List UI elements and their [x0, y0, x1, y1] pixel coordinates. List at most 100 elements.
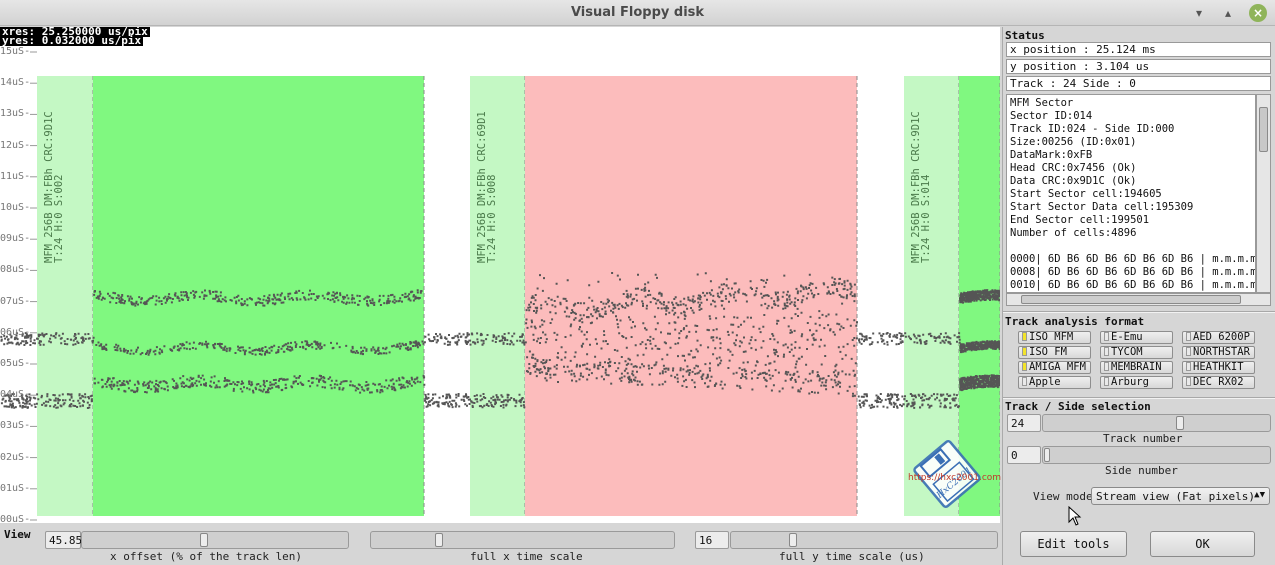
- sector-details-text[interactable]: MFM Sector Sector ID:014 Track ID:024 - …: [1006, 94, 1256, 293]
- format-label: ISO MFM: [1029, 331, 1074, 343]
- format-led-icon: [1022, 377, 1027, 386]
- y-position-field: y position : 3.104 us: [1006, 59, 1271, 74]
- format-label: DEC RX02: [1193, 376, 1244, 388]
- view-group-label: View: [4, 528, 31, 541]
- side-slider-thumb[interactable]: [1044, 448, 1050, 462]
- mouse-pointer-icon: [1068, 506, 1082, 526]
- format-label: AED 6200P: [1193, 331, 1250, 343]
- view-mode-label: View mode: [1033, 490, 1093, 503]
- format-led-icon: [1022, 332, 1027, 341]
- full-x-slider-thumb[interactable]: [435, 533, 443, 547]
- side-number-slider[interactable]: [1042, 446, 1271, 464]
- maximize-icon[interactable]: ▴: [1219, 4, 1237, 22]
- track-analysis-title: Track analysis format: [1005, 315, 1145, 328]
- ok-button[interactable]: OK: [1150, 531, 1255, 557]
- format-toggle-aed-6200p[interactable]: AED 6200P: [1182, 331, 1255, 344]
- close-icon[interactable]: ×: [1249, 4, 1267, 22]
- format-label: E-Emu: [1111, 331, 1143, 343]
- format-toggle-iso-fm[interactable]: ISO FM: [1018, 346, 1091, 359]
- format-label: AMIGA MFM: [1029, 361, 1086, 373]
- y-axis-label: 14uS-: [0, 77, 31, 89]
- y-axis-label: 03uS-: [0, 420, 31, 432]
- format-led-icon: [1104, 332, 1109, 341]
- edit-tools-button[interactable]: Edit tools: [1020, 531, 1127, 557]
- full-y-slider-thumb[interactable]: [789, 533, 797, 547]
- y-axis-label: 05uS-: [0, 358, 31, 369]
- y-axis-label: 15uS-: [0, 46, 31, 57]
- y-axis-label: 08uS-: [0, 264, 31, 276]
- format-label: TYCOM: [1111, 346, 1143, 358]
- format-toggle-iso-mfm[interactable]: ISO MFM: [1018, 331, 1091, 344]
- format-label: Arburg: [1111, 376, 1149, 388]
- side-number-caption: Side number: [1105, 464, 1178, 477]
- hscroll-thumb[interactable]: [1021, 295, 1241, 304]
- y-axis-label: 07uS-: [0, 295, 31, 307]
- y-axis-label: 06uS-: [0, 326, 31, 338]
- x-offset-caption: x offset (% of the track len): [110, 550, 303, 563]
- full-y-caption: full y time scale (us): [779, 550, 925, 563]
- full-y-time-scale-slider[interactable]: [730, 531, 998, 549]
- format-label: MEMBRAIN: [1111, 361, 1162, 373]
- format-toggle-northstar[interactable]: NORTHSTAR: [1182, 346, 1255, 359]
- format-toggle-heathkit[interactable]: HEATHKIT: [1182, 361, 1255, 374]
- y-axis-label: 09uS-: [0, 233, 31, 245]
- y-axis-label: 10uS-: [0, 202, 31, 213]
- format-led-icon: [1104, 377, 1109, 386]
- x-position-field: x position : 25.124 ms: [1006, 42, 1271, 57]
- format-led-icon: [1186, 377, 1191, 386]
- logo-url-text[interactable]: https://hxc2001.com: [908, 473, 1001, 483]
- x-offset-slider[interactable]: [81, 531, 349, 549]
- x-offset-value[interactable]: 45.85: [45, 531, 82, 549]
- stream-view-canvas[interactable]: MFM 256B DM:FBh CRC:9D1C T:24 H:0 S:002 MF…: [0, 27, 1000, 523]
- format-led-icon: [1186, 332, 1191, 341]
- format-led-icon: [1104, 347, 1109, 356]
- full-x-caption: full x time scale: [470, 550, 583, 563]
- format-toggle-membrain[interactable]: MEMBRAIN: [1100, 361, 1173, 374]
- vscroll-thumb[interactable]: [1259, 107, 1268, 152]
- format-toggle-e-emu[interactable]: E-Emu: [1100, 331, 1173, 344]
- divider: [1003, 311, 1275, 313]
- y-axis-label: 01uS-: [0, 482, 31, 494]
- track-side-selection-title: Track / Side selection: [1005, 400, 1151, 413]
- format-label: HEATHKIT: [1193, 361, 1244, 373]
- track-side-field: Track : 24 Side : 0: [1006, 76, 1271, 91]
- y-axis-label: 13uS-: [0, 108, 31, 120]
- format-led-icon: [1104, 362, 1109, 371]
- select-arrow-icon: ▲▼: [1254, 490, 1265, 500]
- title-bar: Visual Floppy disk ▾ ▴ ×: [0, 0, 1275, 26]
- y-axis-label: 04uS-: [0, 389, 31, 401]
- status-title: Status: [1005, 29, 1045, 42]
- full-x-time-scale-slider[interactable]: [370, 531, 675, 549]
- format-led-icon: [1022, 362, 1027, 371]
- format-toggle-arburg[interactable]: Arburg: [1100, 376, 1173, 389]
- format-led-icon: [1186, 347, 1191, 356]
- x-offset-slider-thumb[interactable]: [200, 533, 208, 547]
- y-scale-value[interactable]: 16: [695, 531, 729, 549]
- svg-text:T:24 H:0 S:002: T:24 H:0 S:002: [53, 174, 65, 263]
- format-toggle-tycom[interactable]: TYCOM: [1100, 346, 1173, 359]
- format-label: NORTHSTAR: [1193, 346, 1250, 358]
- format-led-icon: [1186, 362, 1191, 371]
- stream-plot[interactable]: MFM 256B DM:FBh CRC:9D1CT:24 H:0 S:002 MF…: [0, 27, 1000, 523]
- y-resolution-readout: yres: 0.032000 us/pix: [0, 34, 144, 47]
- sector-data-band[interactable]: [93, 76, 424, 516]
- format-toggle-dec-rx02[interactable]: DEC RX02: [1182, 376, 1255, 389]
- side-number-value[interactable]: 0: [1007, 446, 1041, 464]
- right-panel: Status x position : 25.124 ms y position…: [1002, 27, 1275, 565]
- y-axis-label: 00uS-: [0, 514, 31, 524]
- sector-data-band-bad[interactable]: [525, 76, 857, 516]
- minimize-icon[interactable]: ▾: [1190, 4, 1208, 22]
- details-vertical-scrollbar[interactable]: [1256, 94, 1271, 293]
- view-mode-value: Stream view (Fat pixels): [1096, 490, 1255, 503]
- divider: [1003, 397, 1275, 399]
- view-mode-select[interactable]: Stream view (Fat pixels) ▲▼: [1091, 487, 1270, 505]
- format-toggle-amiga-mfm[interactable]: AMIGA MFM: [1018, 361, 1091, 374]
- svg-text:T:24 H:0 S:014: T:24 H:0 S:014: [920, 174, 932, 263]
- track-slider-thumb[interactable]: [1176, 416, 1184, 430]
- details-horizontal-scrollbar[interactable]: [1006, 293, 1271, 306]
- format-toggle-apple[interactable]: Apple: [1018, 376, 1091, 389]
- track-number-slider[interactable]: [1042, 414, 1271, 432]
- format-led-icon: [1022, 347, 1027, 356]
- format-label: ISO FM: [1029, 346, 1067, 358]
- track-number-value[interactable]: 24: [1007, 414, 1041, 432]
